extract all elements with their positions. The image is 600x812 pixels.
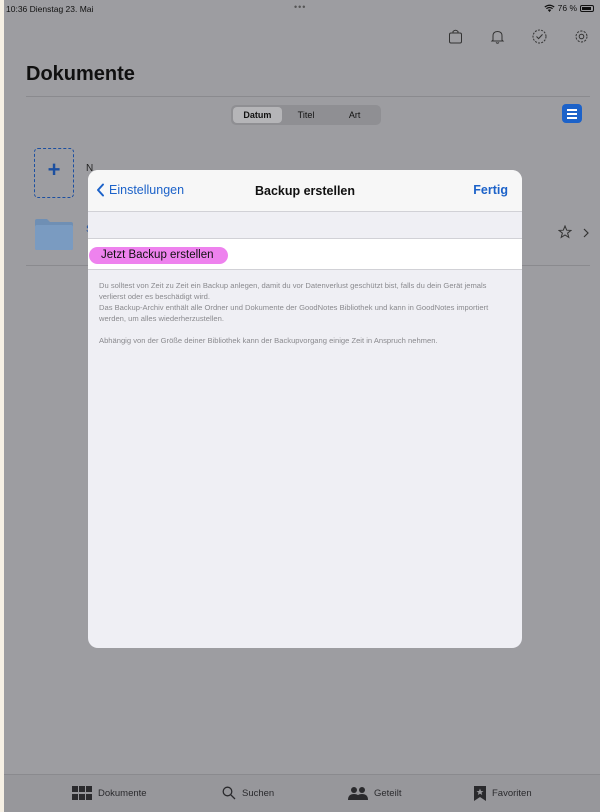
tab-label: Dokumente [98, 787, 147, 799]
bookmark-star-icon [474, 786, 486, 801]
chevron-right-icon[interactable] [582, 226, 590, 242]
wifi-icon [544, 4, 555, 12]
status-bar: 10:36 Dienstag 23. Mai ••• 76 % [4, 0, 600, 18]
search-icon [222, 786, 236, 800]
shopping-bag-icon[interactable] [447, 28, 464, 45]
tab-favoriten[interactable]: Favoriten [474, 786, 532, 801]
toolbar-icons [447, 28, 590, 45]
backup-action-cell[interactable]: Jetzt Backup erstellen [88, 238, 522, 270]
tab-label: Favoriten [492, 788, 532, 799]
footer-paragraph: Abhängig von der Größe deiner Bibliothek… [99, 336, 438, 345]
battery-percent: 76 % [557, 3, 577, 13]
grid-icon [72, 786, 92, 800]
footer-paragraph: Du solltest von Zeit zu Zeit ein Backup … [99, 281, 487, 301]
sort-segmented-control: Datum Titel Art [231, 105, 381, 125]
battery-icon [580, 4, 594, 12]
done-button[interactable]: Fertig [473, 183, 508, 197]
tab-geteilt[interactable]: Geteilt [348, 786, 401, 800]
new-document-tile[interactable]: + [34, 148, 74, 198]
divider [26, 96, 590, 97]
tab-label: Suchen [242, 787, 275, 799]
modal-title: Backup erstellen [254, 184, 356, 198]
folder-row-actions [557, 224, 590, 242]
gear-icon[interactable] [573, 28, 590, 45]
page-title: Dokumente [26, 63, 135, 85]
sort-option-art[interactable]: Art [330, 107, 379, 123]
tab-dokumente[interactable]: Dokumente [72, 786, 147, 800]
status-time-date: 10:36 Dienstag 23. Mai [6, 4, 94, 14]
tab-label: Geteilt [374, 787, 402, 799]
sort-option-titel[interactable]: Titel [282, 107, 331, 123]
footer-paragraph: Das Backup-Archiv enthält alle Ordner un… [99, 303, 489, 323]
multitasking-dots[interactable]: ••• [294, 2, 306, 12]
star-icon[interactable] [557, 224, 573, 242]
list-view-button[interactable] [562, 104, 582, 123]
check-badge-icon[interactable] [531, 28, 548, 45]
tab-bar: Dokumente Suchen Geteilt Favoriten [4, 774, 600, 812]
tab-suchen[interactable]: Suchen [222, 786, 274, 800]
plus-icon: + [47, 157, 61, 182]
folder-icon[interactable] [34, 217, 74, 251]
app-window: 10:36 Dienstag 23. Mai ••• 76 % Dokument… [4, 0, 600, 812]
modal-header: Einstellungen Backup erstellen Fertig [88, 170, 522, 212]
sort-option-datum[interactable]: Datum [233, 107, 282, 123]
backup-footer-text: Du solltest von Zeit zu Zeit ein Backup … [99, 280, 512, 346]
people-icon [348, 787, 368, 800]
backup-modal: Einstellungen Backup erstellen Fertig Je… [88, 170, 522, 648]
bell-icon[interactable] [489, 28, 506, 45]
create-backup-button[interactable]: Jetzt Backup erstellen [89, 247, 228, 264]
status-right: 76 % [544, 3, 594, 13]
